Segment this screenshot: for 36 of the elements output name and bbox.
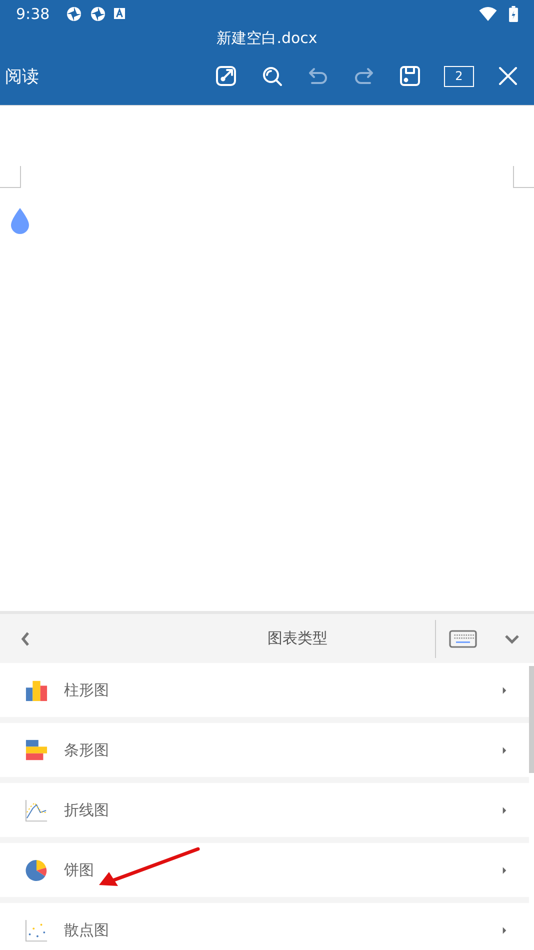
scrollbar[interactable]	[529, 666, 534, 773]
wifi-icon	[479, 6, 497, 20]
app-notification-icon	[90, 6, 106, 22]
chevron-right-icon	[502, 686, 507, 694]
close-icon[interactable]	[496, 64, 520, 88]
scatter-chart-icon	[25, 918, 48, 942]
chart-type-label: 折线图	[64, 800, 110, 820]
panel-title: 图表类型	[266, 629, 328, 648]
page-margin-mark	[513, 166, 534, 188]
chart-type-label: 饼图	[64, 860, 95, 880]
back-icon[interactable]	[20, 630, 30, 646]
battery-icon	[509, 6, 518, 22]
status-time: 9:38	[16, 4, 50, 22]
save-icon[interactable]	[398, 64, 422, 88]
bar-chart-icon	[25, 738, 48, 762]
chart-type-label: 柱形图	[64, 680, 110, 700]
column-chart-icon	[25, 678, 48, 702]
chevron-right-icon	[502, 746, 507, 754]
line-chart-icon	[25, 798, 48, 822]
page-count-button[interactable]: 2	[444, 66, 474, 86]
page-margin-mark	[0, 166, 21, 188]
collapse-icon[interactable]	[504, 634, 520, 644]
app-notification-icon	[66, 6, 82, 22]
pie-chart-icon	[25, 858, 48, 882]
chevron-right-icon	[502, 866, 507, 874]
document-title: 新建空白.docx	[216, 28, 318, 49]
chevron-right-icon	[502, 806, 507, 814]
search-icon[interactable]	[260, 64, 284, 88]
keyboard-icon[interactable]	[449, 630, 477, 648]
chart-type-label: 条形图	[64, 740, 110, 760]
cursor-handle-icon[interactable]	[9, 208, 31, 234]
chevron-right-icon	[502, 926, 507, 934]
edit-icon[interactable]	[214, 64, 238, 88]
chart-type-label: 散点图	[64, 920, 110, 940]
reading-mode-button[interactable]: 阅读	[5, 64, 39, 88]
font-notification-icon	[114, 8, 125, 19]
